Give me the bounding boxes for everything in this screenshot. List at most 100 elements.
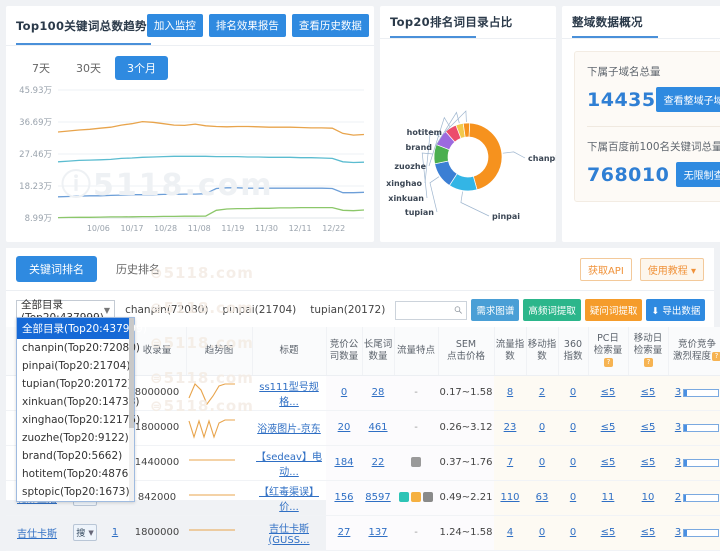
mobile-daily-link[interactable]: 10 <box>642 492 655 503</box>
mobile-daily-link[interactable]: ≤5 <box>641 457 656 468</box>
compete-value[interactable]: 3 <box>675 527 681 538</box>
help-icon[interactable]: ? <box>712 352 720 361</box>
high-freq-extract-button[interactable]: 高频词提取 <box>523 299 581 321</box>
pc-daily-link[interactable]: ≤5 <box>601 527 616 538</box>
compete-bar <box>683 494 719 502</box>
category-link-chanpin[interactable]: chanpin(72080) <box>125 304 208 316</box>
traffic-index-link[interactable]: 7 <box>507 457 513 468</box>
cell-bid-companies: 156 <box>326 480 362 515</box>
dropdown-option-6[interactable]: zuozhe(Top20:9122) <box>17 429 134 447</box>
ranking-report-button[interactable]: 排名效果报告 <box>209 14 286 37</box>
bid-companies-link[interactable]: 27 <box>338 527 351 538</box>
longtail-link[interactable]: 137 <box>368 527 387 538</box>
title-link[interactable]: 吉仕卡斯(GUSS... <box>268 524 309 546</box>
range-tab-7d[interactable]: 7天 <box>20 56 62 80</box>
pie-panel-header: Top20排名词目录占比 <box>380 6 556 30</box>
rank-link[interactable]: 1 <box>112 527 118 538</box>
title-link[interactable]: 【红毒渠误】价... <box>259 487 319 513</box>
tab-keyword-ranking[interactable]: 关键词排名 <box>16 256 97 282</box>
title-link[interactable]: 浴液图片-京东 <box>257 424 321 435</box>
mobile-daily-link[interactable]: ≤5 <box>641 422 656 433</box>
pc-daily-link[interactable]: ≤5 <box>601 387 616 398</box>
cell-traffic-index: 7 <box>494 445 526 480</box>
help-icon[interactable]: ? <box>644 358 653 367</box>
traffic-index-link[interactable]: 4 <box>507 527 513 538</box>
index-360-link[interactable]: 0 <box>570 492 576 503</box>
get-api-button[interactable]: 获取API <box>580 258 632 281</box>
dropdown-option-3[interactable]: tupian(Top20:20172) <box>17 375 134 393</box>
search-input-wrap[interactable] <box>395 301 467 320</box>
svg-text:12/11: 12/11 <box>289 224 312 233</box>
range-tab-30d[interactable]: 30天 <box>64 56 113 80</box>
dropdown-option-7[interactable]: brand(Top20:5662) <box>17 447 134 465</box>
traffic-index-link[interactable]: 110 <box>500 492 519 503</box>
help-icon[interactable]: ? <box>604 358 613 367</box>
mobile-index-link[interactable]: 2 <box>539 387 545 398</box>
view-history-button[interactable]: 查看历史数据 <box>292 14 369 37</box>
index-360-link[interactable]: 0 <box>570 387 576 398</box>
cell-longtail: 22 <box>362 445 394 480</box>
bid-companies-link[interactable]: 184 <box>334 457 353 468</box>
traffic-index-link[interactable]: 23 <box>504 422 517 433</box>
device-select[interactable]: 搜▼ <box>73 524 96 541</box>
pc-daily-link[interactable]: 11 <box>602 492 615 503</box>
pc-daily-link[interactable]: ≤5 <box>601 457 616 468</box>
index-360-link[interactable]: 0 <box>570 422 576 433</box>
pie-label-chanpin: chanpin <box>528 154 556 163</box>
title-link[interactable]: 【sedeav】电动... <box>256 452 322 478</box>
mobile-index-link[interactable]: 0 <box>539 422 545 433</box>
compete-value[interactable]: 3 <box>675 387 681 398</box>
cell-sem-price: 0.17~1.58 <box>438 375 494 410</box>
dropdown-scroll-thumb[interactable] <box>129 318 134 428</box>
add-monitor-button[interactable]: 加入监控 <box>147 14 203 37</box>
keyword-search-input[interactable] <box>400 304 453 317</box>
cell-keyword: 吉仕卡斯 <box>6 515 68 550</box>
mobile-index-link[interactable]: 0 <box>539 457 545 468</box>
svg-text:10/28: 10/28 <box>154 224 177 233</box>
dropdown-option-5[interactable]: xinghao(Top20:12175) <box>17 411 134 429</box>
dropdown-option-0[interactable]: 全部目录(Top20:437999) <box>17 318 134 339</box>
title-link[interactable]: ss111型号规格... <box>259 382 319 408</box>
cell-trend <box>186 515 252 550</box>
compete-value[interactable]: 2 <box>675 492 681 503</box>
keyword-link[interactable]: 吉仕卡斯 <box>17 529 57 540</box>
dropdown-option-2[interactable]: pinpai(Top20:21704) <box>17 357 134 375</box>
question-word-extract-button[interactable]: 疑问词提取 <box>585 299 643 321</box>
dropdown-option-8[interactable]: hotitem(Top20:4876) <box>17 465 134 483</box>
cell-index-360: 0 <box>558 410 588 445</box>
dropdown-option-9[interactable]: sptopic(Top20:1673) <box>17 483 134 501</box>
category-link-pinpai[interactable]: pinpai(21704) <box>222 304 296 316</box>
tutorial-dropdown-button[interactable]: 使用教程 ▾ <box>640 258 704 281</box>
mobile-daily-link[interactable]: ≤5 <box>641 387 656 398</box>
cell-longtail: 137 <box>362 515 394 550</box>
index-360-link[interactable]: 0 <box>570 527 576 538</box>
category-link-tupian[interactable]: tupian(20172) <box>310 304 385 316</box>
export-data-button[interactable]: ⬇ 导出数据 <box>646 299 705 321</box>
cell-mobile-index: 0 <box>526 515 558 550</box>
category-dropdown-list[interactable]: 全部目录(Top20:437999)chanpin(Top20:72080)pi… <box>16 317 135 502</box>
compete-value[interactable]: 3 <box>675 457 681 468</box>
index-360-link[interactable]: 0 <box>570 457 576 468</box>
view-all-subdomains-button[interactable]: 查看整域子域名 <box>656 87 720 112</box>
dropdown-scrollbar[interactable] <box>129 318 134 501</box>
demand-graph-button[interactable]: 需求图谱 <box>471 299 519 321</box>
range-tab-3m[interactable]: 3个月 <box>115 56 168 80</box>
longtail-link[interactable]: 8597 <box>365 492 390 503</box>
compete-value[interactable]: 3 <box>675 422 681 433</box>
dropdown-option-4[interactable]: xinkuan(Top20:14733) <box>17 393 134 411</box>
mobile-index-link[interactable]: 0 <box>539 527 545 538</box>
longtail-link[interactable]: 22 <box>372 457 385 468</box>
mobile-daily-link[interactable]: ≤5 <box>641 527 656 538</box>
pc-daily-link[interactable]: ≤5 <box>601 422 616 433</box>
bid-companies-link[interactable]: 20 <box>338 422 351 433</box>
tab-history-ranking[interactable]: 历史排名 <box>103 256 173 282</box>
longtail-link[interactable]: 461 <box>368 422 387 433</box>
longtail-link[interactable]: 28 <box>372 387 385 398</box>
svg-text:11/30: 11/30 <box>255 224 278 233</box>
traffic-index-link[interactable]: 8 <box>507 387 513 398</box>
dropdown-option-1[interactable]: chanpin(Top20:72080) <box>17 339 134 357</box>
unlimited-view-button[interactable]: 无限制查看 <box>676 162 720 187</box>
bid-companies-link[interactable]: 156 <box>334 492 353 503</box>
bid-companies-link[interactable]: 0 <box>341 387 347 398</box>
mobile-index-link[interactable]: 63 <box>536 492 549 503</box>
